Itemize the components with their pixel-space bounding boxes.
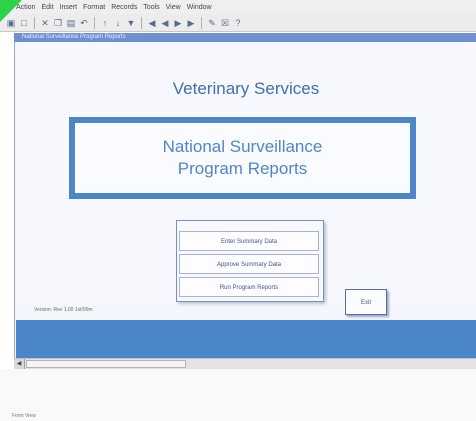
menu-item-window[interactable]: Window bbox=[187, 4, 212, 11]
status-bar: Form View bbox=[0, 369, 476, 421]
horizontal-scrollbar[interactable]: ◀ bbox=[14, 358, 476, 369]
run-program-reports-button[interactable]: Run Program Reports bbox=[179, 277, 319, 297]
first-record-icon[interactable]: ◀ bbox=[147, 18, 157, 28]
last-record-icon[interactable]: ▶ bbox=[186, 18, 196, 28]
approve-summary-data-button[interactable]: Approve Summary Data bbox=[179, 254, 319, 274]
paste-icon[interactable]: ▤ bbox=[66, 18, 76, 28]
program-title-line2: Program Reports bbox=[177, 159, 308, 178]
status-text: Form View bbox=[12, 413, 36, 419]
sort-asc-icon[interactable]: ↑ bbox=[100, 18, 110, 28]
filter-icon[interactable]: ▼ bbox=[126, 18, 136, 28]
main-form: Veterinary Services National Surveillanc… bbox=[14, 42, 476, 358]
cut-icon[interactable]: ✕ bbox=[40, 18, 50, 28]
toolbar: ▣ □ ✕ ❐ ▤ ↶ ↑ ↓ ▼ ◀ ◀ ▶ ▶ ✎ ☒ ? bbox=[0, 14, 476, 32]
enter-summary-data-button[interactable]: Enter Summary Data bbox=[179, 231, 319, 251]
menu-item-insert[interactable]: Insert bbox=[60, 4, 78, 11]
toolbar-separator bbox=[94, 16, 95, 29]
next-record-icon[interactable]: ▶ bbox=[173, 18, 183, 28]
corner-marker bbox=[0, 0, 22, 22]
toolbar-separator bbox=[34, 16, 35, 29]
scroll-left-icon[interactable]: ◀ bbox=[14, 359, 25, 369]
toolbar-separator bbox=[141, 16, 142, 29]
form-footer-band bbox=[16, 320, 476, 358]
program-title-line1: National Surveillance bbox=[162, 137, 323, 156]
form-title-bar: National Surveillance Program Reports bbox=[14, 33, 476, 42]
menu-item-records[interactable]: Records bbox=[111, 4, 137, 11]
prev-record-icon[interactable]: ◀ bbox=[160, 18, 170, 28]
version-label: Version: Rev 1.00 1st/99m bbox=[34, 307, 93, 313]
action-menu: Enter Summary Data Approve Summary Data … bbox=[176, 220, 324, 302]
toolbar-separator bbox=[201, 16, 202, 29]
delete-record-icon[interactable]: ☒ bbox=[220, 18, 230, 28]
menu-bar: Action Edit Insert Format Records Tools … bbox=[0, 0, 476, 14]
scroll-thumb[interactable] bbox=[26, 360, 186, 368]
undo-icon[interactable]: ↶ bbox=[79, 18, 89, 28]
new-record-icon[interactable]: ✎ bbox=[207, 18, 217, 28]
program-title-panel: National Surveillance Program Reports bbox=[69, 117, 416, 199]
sort-desc-icon[interactable]: ↓ bbox=[113, 18, 123, 28]
help-icon[interactable]: ? bbox=[233, 18, 243, 28]
menu-item-tools[interactable]: Tools bbox=[143, 4, 159, 11]
page-title: Veterinary Services bbox=[172, 79, 320, 98]
menu-item-view[interactable]: View bbox=[166, 4, 181, 11]
menu-item-format[interactable]: Format bbox=[83, 4, 105, 11]
exit-button[interactable]: Exit bbox=[345, 289, 387, 315]
copy-icon[interactable]: ❐ bbox=[53, 18, 63, 28]
program-title-inner: National Surveillance Program Reports bbox=[75, 123, 410, 193]
form-body: Veterinary Services National Surveillanc… bbox=[16, 42, 476, 315]
menu-item-edit[interactable]: Edit bbox=[41, 4, 53, 11]
